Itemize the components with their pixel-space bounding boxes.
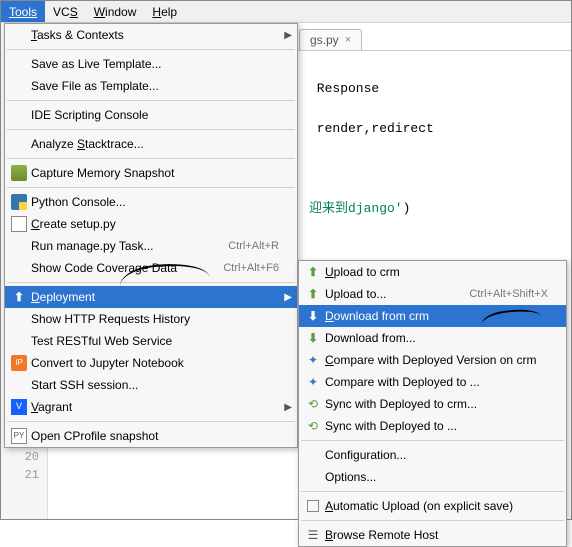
close-icon[interactable]: × — [345, 34, 351, 46]
menu-item-ide-scripting[interactable]: IDE Scripting Console — [5, 104, 297, 126]
deployment-submenu: ⬆ Upload to crm ⬆ Upload to... Ctrl+Alt+… — [298, 260, 567, 547]
menu-help-label: Help — [152, 5, 177, 19]
menu-item-label: Compare with Deployed Version on crm — [323, 353, 548, 367]
menu-item-sync-crm[interactable]: ⟲ Sync with Deployed to crm... — [299, 393, 566, 415]
menu-item-label: Download from... — [323, 331, 548, 345]
menu-item-label: Upload to... — [323, 287, 459, 301]
tools-menu: Tasks & Contexts ▶ Save as Live Template… — [4, 23, 298, 448]
menu-item-label: Convert to Jupyter Notebook — [29, 356, 279, 370]
menu-item-label: Upload to crm — [323, 265, 548, 279]
menubar: Tools VCS Window Help — [1, 1, 571, 23]
menu-item-label: Vagrant — [29, 400, 279, 414]
menu-tools[interactable]: Tools — [1, 1, 45, 22]
browse-icon: ☰ — [308, 528, 319, 542]
line-number: 20 — [1, 448, 39, 466]
editor-tab[interactable]: gs.py × — [299, 29, 362, 50]
download-icon: ⬇ — [308, 331, 318, 345]
menu-item-label: Create setup.py — [29, 217, 279, 231]
shortcut-label: Ctrl+Alt+R — [218, 240, 279, 252]
menu-window[interactable]: Window — [86, 1, 145, 22]
menu-help[interactable]: Help — [144, 1, 185, 22]
menu-item-label: Save as Live Template... — [29, 57, 279, 71]
menu-item-label: Capture Memory Snapshot — [29, 166, 279, 180]
menu-item-label: IDE Scripting Console — [29, 108, 279, 122]
upload-icon: ⬆ — [308, 265, 318, 279]
menu-item-label: Start SSH session... — [29, 378, 279, 392]
menu-item-label: Configuration... — [323, 448, 548, 462]
menu-item-label: Open CProfile snapshot — [29, 429, 279, 443]
download-icon: ⬇ — [308, 309, 318, 323]
menu-item-label: Test RESTful Web Service — [29, 334, 279, 348]
shortcut-label: Ctrl+Alt+Shift+X — [459, 288, 548, 300]
menu-item-label: Compare with Deployed to ... — [323, 375, 548, 389]
menu-item-label: Sync with Deployed to crm... — [323, 397, 548, 411]
menu-item-compare-crm[interactable]: ✦ Compare with Deployed Version on crm — [299, 349, 566, 371]
menu-item-sync-to[interactable]: ⟲ Sync with Deployed to ... — [299, 415, 566, 437]
menu-item-coverage[interactable]: Show Code Coverage Data Ctrl+Alt+F6 — [5, 257, 297, 279]
menu-item-compare-to[interactable]: ✦ Compare with Deployed to ... — [299, 371, 566, 393]
menu-item-save-live-template[interactable]: Save as Live Template... — [5, 53, 297, 75]
menu-item-label: Options... — [323, 470, 548, 484]
menu-item-configuration[interactable]: Configuration... — [299, 444, 566, 466]
menu-item-label: Show HTTP Requests History — [29, 312, 279, 326]
menu-item-label: Tasks & Contexts — [29, 28, 279, 42]
menu-item-download-crm[interactable]: ⬇ Download from crm — [299, 305, 566, 327]
submenu-arrow-icon: ▶ — [284, 30, 292, 41]
menu-item-label: Automatic Upload (on explicit save) — [323, 499, 548, 513]
menu-item-label: Browse Remote Host — [323, 528, 548, 542]
menu-item-label: Sync with Deployed to ... — [323, 419, 548, 433]
vagrant-icon: V — [11, 399, 27, 415]
menu-item-upload-crm[interactable]: ⬆ Upload to crm — [299, 261, 566, 283]
jupyter-icon: IP — [11, 355, 27, 371]
menu-item-upload-to[interactable]: ⬆ Upload to... Ctrl+Alt+Shift+X — [299, 283, 566, 305]
menu-item-convert-jupyter[interactable]: IP Convert to Jupyter Notebook — [5, 352, 297, 374]
menu-item-test-rest[interactable]: Test RESTful Web Service — [5, 330, 297, 352]
compare-icon: ✦ — [308, 375, 318, 389]
menu-item-download-from[interactable]: ⬇ Download from... — [299, 327, 566, 349]
menu-item-label: Analyze Stacktrace... — [29, 137, 279, 151]
file-icon — [11, 216, 27, 232]
menu-item-vagrant[interactable]: V Vagrant ▶ — [5, 396, 297, 418]
menu-item-label: Deployment — [29, 290, 279, 304]
menu-item-label: Run manage.py Task... — [29, 239, 218, 253]
upload-icon: ⬆ — [308, 287, 318, 301]
camera-icon — [11, 165, 27, 181]
menu-item-options[interactable]: Options... — [299, 466, 566, 488]
upload-icon: ⬆ — [14, 290, 24, 304]
menu-item-label: Save File as Template... — [29, 79, 279, 93]
python-icon — [11, 194, 27, 210]
sync-icon: ⟲ — [308, 419, 318, 433]
menu-tools-label: Tools — [9, 5, 37, 19]
shortcut-label: Ctrl+Alt+F6 — [213, 262, 279, 274]
menu-item-open-cprofile[interactable]: PY Open CProfile snapshot — [5, 425, 297, 447]
menu-item-save-file-template[interactable]: Save File as Template... — [5, 75, 297, 97]
menu-item-automatic-upload[interactable]: Automatic Upload (on explicit save) — [299, 495, 566, 517]
sync-icon: ⟲ — [308, 397, 318, 411]
menu-item-label: Python Console... — [29, 195, 279, 209]
menu-item-deployment[interactable]: ⬆ Deployment ▶ — [5, 286, 297, 308]
menu-item-http-history[interactable]: Show HTTP Requests History — [5, 308, 297, 330]
menu-item-python-console[interactable]: Python Console... — [5, 191, 297, 213]
compare-icon: ✦ — [308, 353, 318, 367]
submenu-arrow-icon: ▶ — [284, 402, 292, 413]
menu-item-capture-memory-snapshot[interactable]: Capture Memory Snapshot — [5, 162, 297, 184]
menu-item-label: Download from crm — [323, 309, 548, 323]
checkbox-icon — [307, 500, 319, 512]
profile-icon: PY — [11, 428, 27, 444]
submenu-arrow-icon: ▶ — [284, 292, 292, 303]
menu-item-create-setup[interactable]: Create setup.py — [5, 213, 297, 235]
menu-item-start-ssh[interactable]: Start SSH session... — [5, 374, 297, 396]
line-number: 21 — [1, 466, 39, 484]
menu-window-label: Window — [94, 5, 137, 19]
menu-item-label: Show Code Coverage Data — [29, 261, 213, 275]
menu-vcs-label: VCS — [53, 5, 78, 19]
menu-item-analyze-stacktrace[interactable]: Analyze Stacktrace... — [5, 133, 297, 155]
tab-label: gs.py — [310, 33, 339, 47]
menu-item-browse-remote[interactable]: ☰ Browse Remote Host — [299, 524, 566, 546]
menu-item-tasks[interactable]: Tasks & Contexts ▶ — [5, 24, 297, 46]
menu-vcs[interactable]: VCS — [45, 1, 86, 22]
menu-item-run-manage[interactable]: Run manage.py Task... Ctrl+Alt+R — [5, 235, 297, 257]
